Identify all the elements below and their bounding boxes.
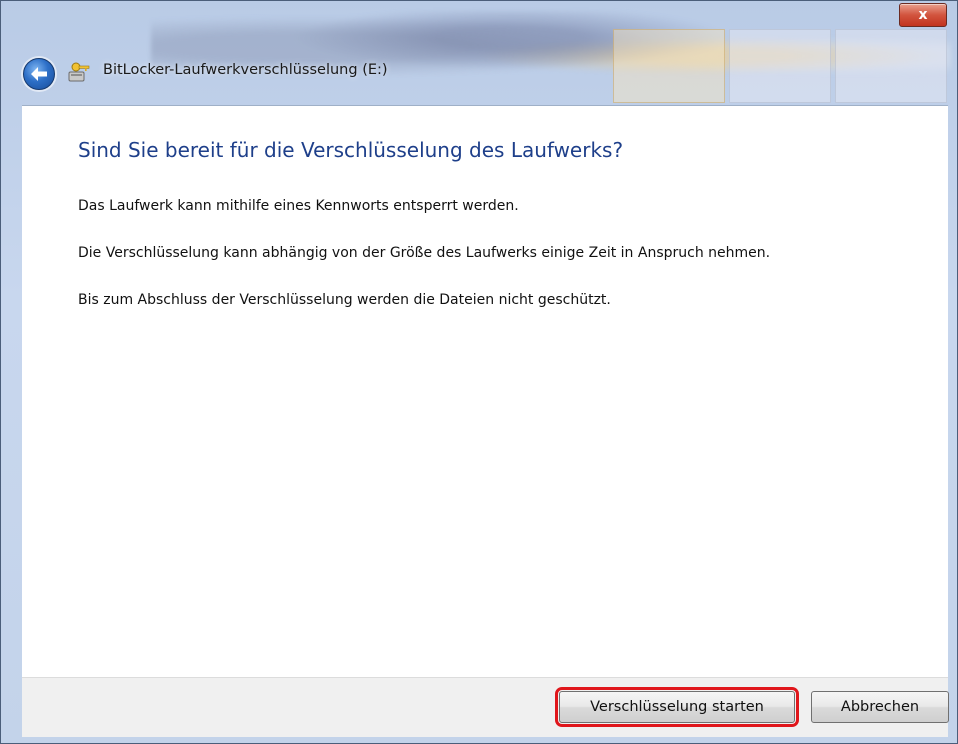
start-encryption-button[interactable]: Verschlüsselung starten [555,687,799,727]
window-title: BitLocker-Laufwerkverschlüsselung (E:) [103,62,388,78]
bitlocker-key-icon [68,62,90,82]
content-panel: Sind Sie bereit für die Verschlüsselung … [22,105,948,677]
title-bar: x BitLocker-Laufwerkverschlüsselung (E:) [1,1,958,105]
background-ribbon-block [729,29,831,103]
background-ribbon-block [613,29,725,103]
info-text: Das Laufwerk kann mithilfe eines Kennwor… [78,198,519,214]
page-heading: Sind Sie bereit für die Verschlüsselung … [78,138,624,162]
close-icon: x [918,7,928,23]
info-text: Bis zum Abschluss der Verschlüsselung we… [78,292,611,308]
info-text: Die Verschlüsselung kann abhängig von de… [78,245,771,261]
cancel-button[interactable]: Abbrechen [811,691,949,723]
button-bar: Verschlüsselung starten Abbrechen [22,677,949,737]
background-blur [151,11,951,101]
dialog-window: x BitLocker-Laufwerkverschlüsselung (E:)… [0,0,958,744]
back-arrow-icon [31,67,47,81]
background-ribbon-block [835,29,947,103]
back-button[interactable] [23,58,55,90]
close-button[interactable]: x [899,3,947,27]
